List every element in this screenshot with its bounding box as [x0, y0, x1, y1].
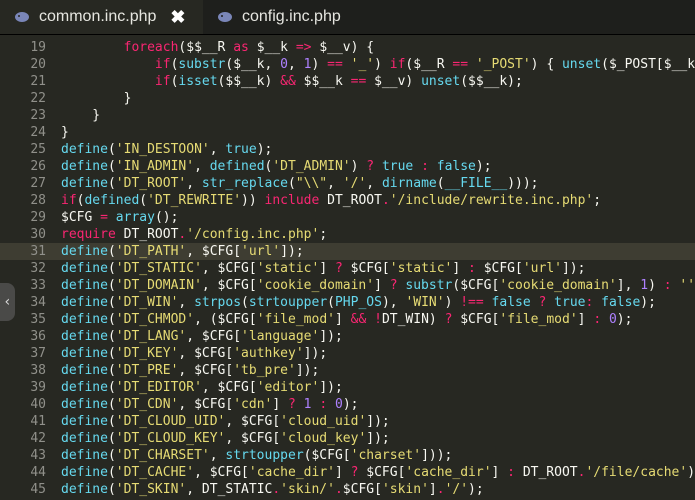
code-text: define('DT_SKIN', DT_STATIC.'skin/'.$CFG…	[61, 482, 484, 497]
code-text: if(substr($__k, 0, 1) == '_') if($__R ==…	[154, 57, 695, 72]
code-line[interactable]: 25 define('IN_DESTOON', true);	[0, 141, 695, 158]
line-number: 31	[30, 244, 46, 259]
code-text: define('DT_CHMOD', ($CFG['file_mod'] && …	[61, 312, 633, 327]
code-text: define('DT_KEY', $CFG['authkey']);	[61, 346, 328, 361]
code-line[interactable]: 32 define('DT_STATIC', $CFG['static'] ? $…	[0, 260, 695, 277]
code-text: define('DT_ROOT', str_replace("\\", '/',…	[61, 176, 539, 191]
code-line[interactable]: 41 define('DT_CLOUD_UID', $CFG['cloud_uid…	[0, 413, 695, 430]
line-number: 26	[30, 159, 46, 174]
code-text: define('DT_CLOUD_KEY', $CFG['cloud_key']…	[61, 431, 390, 446]
line-number: 45	[30, 482, 46, 497]
line-number: 27	[30, 176, 46, 191]
code-line[interactable]: 44 define('DT_CACHE', $CFG['cache_dir'] ?…	[0, 464, 695, 481]
tab-common-inc-php[interactable]: common.inc.php ✖	[0, 0, 203, 34]
line-number: 42	[30, 431, 46, 446]
line-number: 30	[30, 227, 46, 242]
code-line[interactable]: 42 define('DT_CLOUD_KEY', $CFG['cloud_key…	[0, 430, 695, 447]
code-line[interactable]: 43 define('DT_CHARSET', strtoupper($CFG['…	[0, 447, 695, 464]
code-line[interactable]: 23 }	[0, 107, 695, 124]
line-number: 23	[30, 108, 46, 123]
code-text: $CFG = array();	[61, 210, 179, 225]
code-text: }	[61, 91, 132, 106]
line-number: 32	[30, 261, 46, 276]
code-line[interactable]: 34 define('DT_WIN', strpos(strtoupper(PHP…	[0, 294, 695, 311]
code-text: define('IN_ADMIN', defined('DT_ADMIN') ?…	[61, 159, 492, 174]
code-text: define('DT_CHARSET', strtoupper($CFG['ch…	[61, 448, 453, 463]
line-number: 24	[30, 125, 46, 140]
code-text: define('DT_PATH', $CFG['url']);	[61, 244, 304, 259]
code-text: }	[61, 108, 101, 123]
line-number: 29	[30, 210, 46, 225]
code-text: define('DT_CACHE', $CFG['cache_dir'] ? $…	[61, 465, 695, 480]
code-line[interactable]: 21 if(isset($$__k) && $$__k == $__v) uns…	[0, 73, 695, 90]
code-line[interactable]: 36 define('DT_LANG', $CFG['language']);	[0, 328, 695, 345]
close-icon[interactable]: ✖	[170, 7, 185, 28]
code-line[interactable]: 20 if(substr($__k, 0, 1) == '_') if($__R…	[0, 56, 695, 73]
code-text: define('DT_EDITOR', $CFG['editor']);	[61, 380, 343, 395]
line-number: 28	[30, 193, 46, 208]
line-number: 20	[30, 57, 46, 72]
line-number: 25	[30, 142, 46, 157]
line-number: 36	[30, 329, 46, 344]
code-text: foreach($$__R as $__k => $__v) {	[123, 40, 375, 55]
code-line[interactable]: 24}	[0, 124, 695, 141]
code-line[interactable]: 33 define('DT_DOMAIN', $CFG['cookie_domai…	[0, 277, 695, 294]
code-line[interactable]: 30 require DT_ROOT.'/config.inc.php';	[0, 226, 695, 243]
line-number: 44	[30, 465, 46, 480]
php-elephant-icon	[15, 12, 29, 22]
line-number: 43	[30, 448, 46, 463]
code-text: if(isset($$__k) && $$__k == $__v) unset(…	[154, 74, 523, 89]
code-line[interactable]: 31 define('DT_PATH', $CFG['url']);	[0, 243, 695, 260]
code-text: if(defined('DT_REWRITE')) include DT_ROO…	[61, 193, 602, 208]
line-number: 37	[30, 346, 46, 361]
code-text: define('DT_STATIC', $CFG['static'] ? $CF…	[61, 261, 586, 276]
line-number: 19	[30, 40, 46, 55]
code-line[interactable]: 27 define('DT_ROOT', str_replace("\\", '/…	[0, 175, 695, 192]
code-text: define('DT_WIN', strpos(strtoupper(PHP_O…	[61, 295, 656, 310]
code-text: define('DT_CLOUD_UID', $CFG['cloud_uid']…	[61, 414, 390, 429]
tab-config-inc-php[interactable]: config.inc.php	[217, 0, 397, 34]
code-line[interactable]: 35 define('DT_CHMOD', ($CFG['file_mod'] &…	[0, 311, 695, 328]
code-editor[interactable]: 19 foreach($$__R as $__k => $__v) {20 if…	[0, 35, 695, 500]
tab-bar: common.inc.php ✖ config.inc.php	[0, 0, 695, 35]
code-text: define('DT_LANG', $CFG['language']);	[61, 329, 343, 344]
line-number: 21	[30, 74, 46, 89]
line-number: 40	[30, 397, 46, 412]
tab-label: common.inc.php	[39, 8, 157, 25]
code-text: define('IN_DESTOON', true);	[61, 142, 273, 157]
code-line[interactable]: 22 }	[0, 90, 695, 107]
code-text: require DT_ROOT.'/config.inc.php';	[61, 227, 328, 242]
code-line[interactable]: 19 foreach($$__R as $__k => $__v) {	[0, 39, 695, 56]
code-line[interactable]: 39 define('DT_EDITOR', $CFG['editor']);	[0, 379, 695, 396]
collapse-sidebar-icon[interactable]: ‹	[0, 283, 15, 321]
line-number: 39	[30, 380, 46, 395]
code-text: define('DT_PRE', $CFG['tb_pre']);	[61, 363, 320, 378]
code-line[interactable]: 29 $CFG = array();	[0, 209, 695, 226]
line-number: 38	[30, 363, 46, 378]
code-line[interactable]: 28 if(defined('DT_REWRITE')) include DT_R…	[0, 192, 695, 209]
code-line[interactable]: 37 define('DT_KEY', $CFG['authkey']);	[0, 345, 695, 362]
line-number: 41	[30, 414, 46, 429]
code-line[interactable]: 38 define('DT_PRE', $CFG['tb_pre']);	[0, 362, 695, 379]
code-line[interactable]: 40 define('DT_CDN', $CFG['cdn'] ? 1 : 0);	[0, 396, 695, 413]
code-text: define('DT_DOMAIN', $CFG['cookie_domain'…	[61, 278, 695, 293]
php-elephant-icon	[218, 12, 232, 22]
code-text: define('DT_CDN', $CFG['cdn'] ? 1 : 0);	[61, 397, 359, 412]
code-text: }	[61, 125, 69, 140]
code-line[interactable]: 45 define('DT_SKIN', DT_STATIC.'skin/'.$C…	[0, 481, 695, 498]
tab-label: config.inc.php	[242, 8, 341, 25]
code-line[interactable]: 26 define('IN_ADMIN', defined('DT_ADMIN')…	[0, 158, 695, 175]
line-number: 22	[30, 91, 46, 106]
